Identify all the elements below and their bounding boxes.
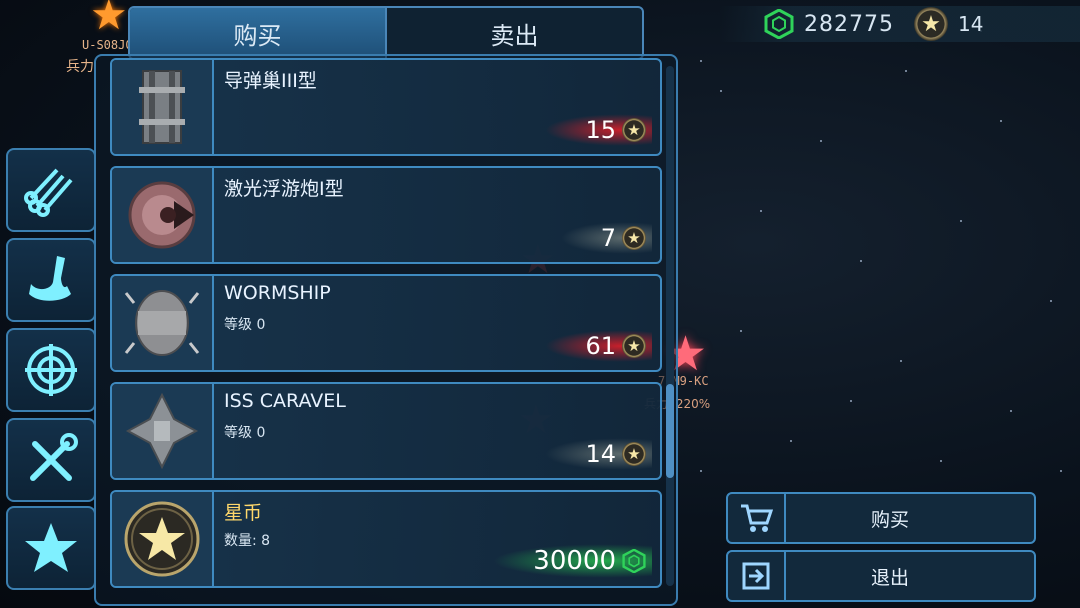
shop-item[interactable]: 激光浮游炮I型 7 ★ bbox=[110, 166, 662, 264]
star-coin-icon: ★ bbox=[622, 442, 646, 466]
orange-system-id: U-S08J0 bbox=[82, 38, 133, 52]
gold-value: 14 bbox=[957, 12, 984, 36]
caravel-ship-icon bbox=[112, 384, 214, 478]
hook-arm-icon bbox=[29, 256, 71, 301]
trade-tabs: 购买 卖出 bbox=[128, 6, 644, 60]
exit-icon bbox=[728, 552, 786, 600]
item-name: 激光浮游炮I型 bbox=[224, 178, 344, 200]
item-quantity: 数量: 8 bbox=[224, 533, 271, 549]
shop-item[interactable]: WORMSHIP 等级 0 61 ★ bbox=[110, 274, 662, 372]
price-value: 7 bbox=[600, 224, 616, 252]
scrollbar-thumb[interactable] bbox=[666, 384, 674, 478]
star-coin-icon: ★ bbox=[622, 118, 646, 142]
item-name: ISS CARAVEL bbox=[224, 390, 346, 412]
shop-item[interactable]: ISS CARAVEL 等级 0 14 ★ bbox=[110, 382, 662, 480]
price-value: 14 bbox=[585, 440, 616, 468]
item-price: 7 ★ bbox=[560, 222, 652, 254]
category-hook[interactable] bbox=[6, 238, 96, 322]
star-coin-icon: ★ bbox=[622, 334, 646, 358]
category-target[interactable] bbox=[6, 328, 96, 412]
price-value: 61 bbox=[585, 332, 616, 360]
price-value: 30000 bbox=[533, 546, 616, 576]
tab-buy[interactable]: 购买 bbox=[130, 8, 385, 58]
currency-bar: 282775 ★ 14 bbox=[720, 6, 1080, 42]
exit-button[interactable]: 退出 bbox=[726, 550, 1036, 602]
pipes-icon bbox=[24, 168, 73, 217]
item-price: 15 ★ bbox=[545, 114, 652, 146]
item-price: 61 ★ bbox=[545, 330, 652, 362]
shop-item[interactable]: 星币 数量: 8 30000 bbox=[110, 490, 662, 588]
orange-system-star-icon[interactable]: ★ bbox=[90, 0, 128, 36]
green-cube-icon bbox=[764, 9, 794, 39]
item-name: WORMSHIP bbox=[224, 282, 331, 304]
target-icon bbox=[25, 344, 77, 396]
wormship-icon bbox=[112, 276, 214, 370]
tab-sell[interactable]: 卖出 bbox=[385, 8, 642, 58]
star-coin-icon: ★ bbox=[913, 7, 948, 41]
category-tools[interactable] bbox=[6, 418, 96, 502]
item-name: 导弹巢III型 bbox=[224, 70, 317, 92]
star-icon bbox=[25, 523, 77, 572]
scrollbar-track[interactable] bbox=[666, 66, 674, 586]
gold-star-coin-icon bbox=[112, 492, 214, 586]
category-pipes[interactable] bbox=[6, 148, 96, 232]
item-level: 等级 0 bbox=[224, 425, 266, 441]
exit-button-label: 退出 bbox=[870, 566, 909, 589]
item-level: 等级 0 bbox=[224, 317, 266, 333]
item-price: 30000 bbox=[493, 544, 652, 578]
orange-system-text: 兵力 bbox=[66, 59, 94, 75]
missile-nest-icon bbox=[112, 60, 214, 154]
buy-button[interactable]: 购买 bbox=[726, 492, 1036, 544]
star-coin-icon: ★ bbox=[622, 226, 646, 250]
cart-icon bbox=[728, 494, 786, 542]
credits-value: 282775 bbox=[804, 11, 894, 37]
buy-button-label: 购买 bbox=[870, 508, 909, 531]
green-cube-icon bbox=[622, 549, 646, 573]
price-value: 15 bbox=[585, 116, 616, 144]
laser-turret-icon bbox=[112, 168, 214, 262]
tools-icon bbox=[30, 433, 78, 481]
category-star[interactable] bbox=[6, 506, 96, 590]
item-price: 14 ★ bbox=[545, 438, 652, 470]
item-name: 星币 bbox=[224, 502, 263, 524]
shop-item[interactable]: 导弹巢III型 15 ★ bbox=[110, 58, 662, 156]
